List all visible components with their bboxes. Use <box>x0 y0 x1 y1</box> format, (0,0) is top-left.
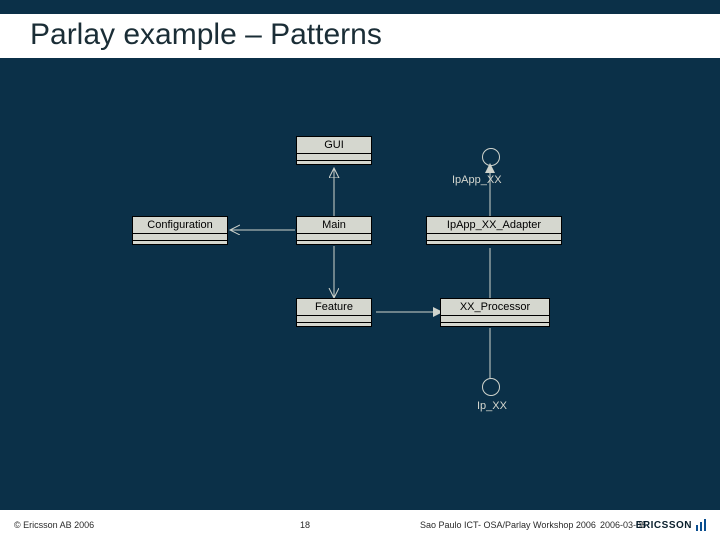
class-feature: Feature <box>296 298 372 327</box>
brand-text: ERICSSON <box>636 520 692 531</box>
class-configuration-name: Configuration <box>133 217 227 234</box>
class-main-name: Main <box>297 217 371 234</box>
page-title: Parlay example – Patterns <box>0 14 720 58</box>
diagram-stage: GUI IpApp_XX Configuration Main IpApp_XX… <box>0 60 720 500</box>
footer: © Ericsson AB 2006 18 Sao Paulo ICT- OSA… <box>0 510 720 540</box>
interface-ip-xx-label: Ip_XX <box>477 400 507 412</box>
class-feature-name: Feature <box>297 299 371 316</box>
interface-ipapp-xx-label: IpApp_XX <box>452 174 502 186</box>
brand-bars-icon <box>696 519 708 531</box>
brand-logo: ERICSSON <box>636 519 708 531</box>
footer-copyright: © Ericsson AB 2006 <box>14 520 94 530</box>
title-text: Parlay example – Patterns <box>30 18 382 51</box>
class-processor-name: XX_Processor <box>441 299 549 316</box>
class-adapter: IpApp_XX_Adapter <box>426 216 562 245</box>
interface-ipapp-xx-icon <box>482 148 500 166</box>
class-adapter-name: IpApp_XX_Adapter <box>427 217 561 234</box>
class-processor: XX_Processor <box>440 298 550 327</box>
connectors <box>0 60 720 500</box>
interface-ip-xx-icon <box>482 378 500 396</box>
footer-page: 18 <box>300 520 310 530</box>
class-main: Main <box>296 216 372 245</box>
class-gui: GUI <box>296 136 372 165</box>
footer-event: Sao Paulo ICT- OSA/Parlay Workshop 2006 <box>420 520 596 530</box>
class-gui-name: GUI <box>297 137 371 154</box>
class-configuration: Configuration <box>132 216 228 245</box>
